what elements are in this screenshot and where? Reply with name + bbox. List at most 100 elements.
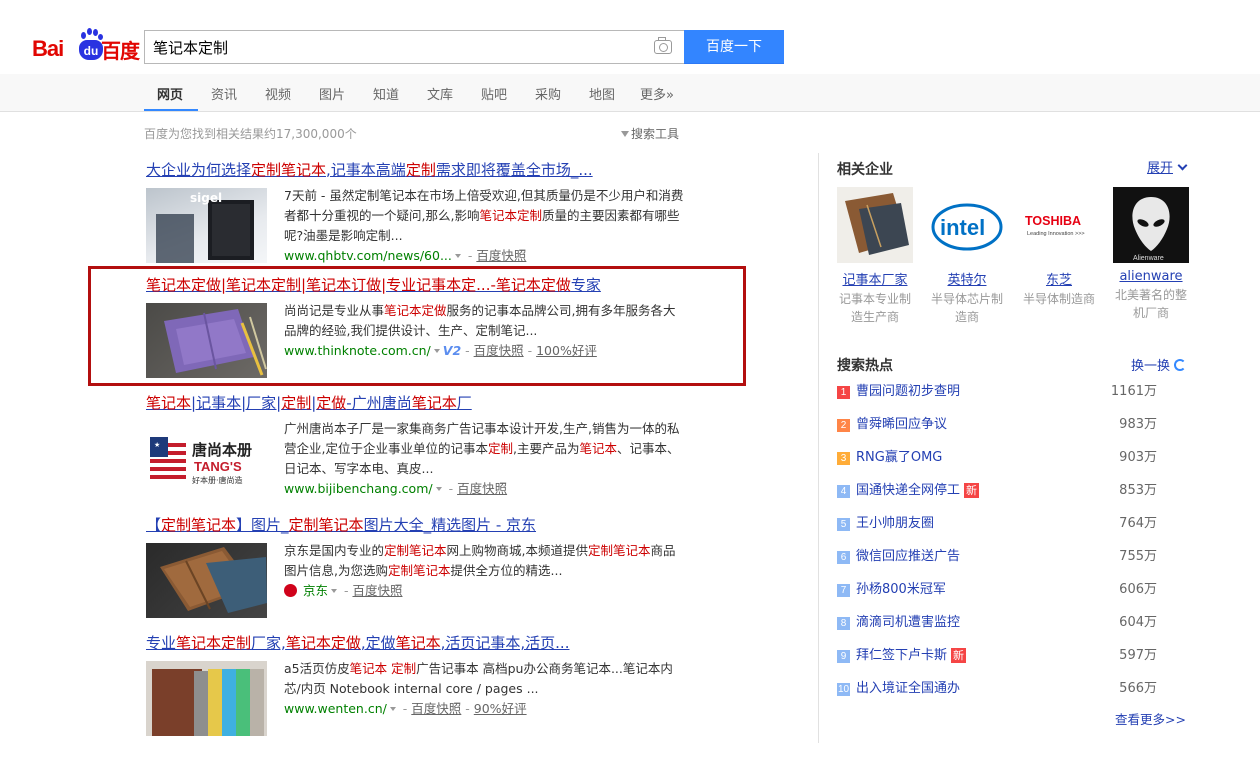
result-url[interactable]: 京东 - 百度快照 — [284, 581, 684, 601]
toshiba-slogan: Leading Innovation >>> — [1027, 231, 1085, 237]
tab-zhidao[interactable]: 知道 — [373, 84, 399, 103]
expand-link[interactable]: 展开 — [1147, 157, 1188, 176]
nav-tabs: 网页 资讯 视频 图片 知道 文库 贴吧 采购 地图 更多» — [0, 74, 1260, 112]
enterprise-card[interactable]: TOSHIBA Leading Innovation >>> 东芝 半导体制造商 — [1021, 187, 1097, 308]
result-url[interactable]: www.bijibenchang.com/ - 百度快照 — [284, 479, 684, 499]
hot-search-label[interactable]: 国通快递全网停工 — [856, 483, 960, 498]
search-input[interactable] — [153, 31, 643, 63]
paw-icon: du — [79, 28, 103, 60]
enterprise-card[interactable]: Alienware alienware 北美著名的整机厂商 — [1113, 187, 1189, 322]
tab-images[interactable]: 图片 — [319, 84, 345, 103]
chevron-down-icon — [1177, 160, 1188, 171]
see-more-link[interactable]: 查看更多>> — [1115, 709, 1186, 728]
dropdown-arrow-icon[interactable] — [435, 487, 442, 491]
hot-search-label[interactable]: 曾舜晞回应争议 — [856, 417, 947, 432]
search-tools[interactable]: 搜索工具 — [621, 125, 679, 142]
dropdown-arrow-icon[interactable] — [389, 707, 396, 711]
hot-search-item[interactable]: 7 孙杨800米冠军 606万 — [837, 578, 1187, 598]
search-result: 大企业为何选择定制笔记本,记事本高端定制需求即将覆盖全市场_... sigel … — [146, 160, 706, 270]
hot-search-label[interactable]: 曹园问题初步查明 — [856, 384, 960, 399]
hot-search-item[interactable]: 3 RNG赢了OMG 903万 — [837, 446, 1187, 466]
hot-search-item[interactable]: 10 出入境证全国通办 566万 — [837, 677, 1187, 697]
hot-search-item[interactable]: 6 微信回应推送广告 755万 — [837, 545, 1187, 565]
result-title[interactable]: 【定制笔记本】图片_定制笔记本图片大全_精选图片 - 京东 — [146, 515, 706, 535]
hot-search-label[interactable]: 拜仁签下卢卡斯 — [856, 648, 947, 663]
tab-more[interactable]: 更多» — [640, 84, 674, 103]
enterprise-name[interactable]: alienware — [1113, 269, 1189, 284]
result-url[interactable]: www.qhbtv.com/news/60... - 百度快照 — [284, 246, 684, 266]
rating-link[interactable]: 90%好评 — [474, 701, 527, 716]
tab-tieba[interactable]: 贴吧 — [481, 84, 507, 103]
enterprise-name[interactable]: 东芝 — [1021, 269, 1097, 288]
intel-logo-text: intel — [940, 215, 985, 240]
hot-search-item[interactable]: 9 拜仁签下卢卡斯新 597万 — [837, 644, 1187, 664]
enterprise-card[interactable]: 记事本厂家 记事本专业制造生产商 — [837, 187, 913, 326]
tab-wenku[interactable]: 文库 — [427, 84, 453, 103]
enterprise-desc: 半导体芯片制造商 — [930, 292, 1003, 324]
result-snippet: a5活页仿皮笔记本 定制广告记事本 高档pu办公商务笔记本...笔记本内芯/内页… — [284, 659, 684, 719]
refresh-link[interactable]: 换一换 — [1131, 355, 1186, 374]
hot-search-count: 606万 — [1119, 582, 1157, 597]
rank-badge: 8 — [837, 617, 850, 630]
rank-badge: 3 — [837, 452, 850, 465]
header: Bai du 百度 百度一下 — [0, 0, 1260, 74]
hot-search-label[interactable]: 孙杨800米冠军 — [856, 582, 946, 597]
tab-map[interactable]: 地图 — [589, 84, 615, 103]
search-button[interactable]: 百度一下 — [684, 30, 784, 64]
result-thumbnail[interactable] — [146, 543, 267, 618]
hot-search-label[interactable]: 滴滴司机遭害监控 — [856, 615, 960, 630]
result-snippet: 7天前 - 虽然定制笔记本在市场上倍受欢迎,但其质量仍是不少用户和消费者都十分重… — [284, 186, 684, 266]
cache-link[interactable]: 百度快照 — [476, 248, 526, 263]
result-thumbnail[interactable]: ★ 唐尚本册 TANG'S 好本册·唐尚造 — [146, 421, 267, 496]
result-snippet: 广州唐尚本子厂是一家集商务广告记事本设计开发,生产,销售为一体的私营企业,定位于… — [284, 419, 684, 499]
thumb-brand-text: sigel — [190, 191, 222, 205]
enterprise-desc: 半导体制造商 — [1022, 292, 1095, 306]
hot-search-item[interactable]: 2 曾舜晞回应争议 983万 — [837, 413, 1187, 433]
enterprise-image[interactable]: TOSHIBA Leading Innovation >>> — [1021, 187, 1097, 263]
camera-icon[interactable] — [654, 37, 672, 54]
dropdown-arrow-icon[interactable] — [454, 254, 461, 258]
hot-search-label[interactable]: 王小帅朋友圈 — [856, 516, 934, 531]
jd-dog-icon — [284, 584, 297, 597]
result-thumbnail[interactable]: sigel — [146, 188, 267, 263]
new-badge: 新 — [964, 483, 980, 498]
cache-link[interactable]: 百度快照 — [411, 701, 461, 716]
hot-search-count: 903万 — [1119, 450, 1157, 465]
result-thumbnail[interactable] — [146, 661, 267, 736]
hot-search-item[interactable]: 5 王小帅朋友圈 764万 — [837, 512, 1187, 532]
enterprise-name[interactable]: 英特尔 — [929, 269, 1005, 288]
hot-search-count: 983万 — [1119, 417, 1157, 432]
hot-search-item[interactable]: 1 曹园问题初步查明 1161万 — [837, 380, 1187, 400]
active-tab-indicator — [144, 109, 198, 111]
annotation-highlight-box — [88, 266, 746, 386]
result-title[interactable]: 大企业为何选择定制笔记本,记事本高端定制需求即将覆盖全市场_... — [146, 160, 706, 180]
baidu-logo[interactable]: Bai du 百度 — [32, 26, 142, 66]
dropdown-arrow-icon[interactable] — [331, 589, 338, 593]
tab-web[interactable]: 网页 — [157, 84, 183, 103]
enterprise-card[interactable]: intel 英特尔 半导体芯片制造商 — [929, 187, 1005, 326]
alienware-logo-text: Alienware — [1133, 255, 1164, 262]
enterprise-image[interactable]: Alienware — [1113, 187, 1189, 263]
hot-search-count: 597万 — [1119, 648, 1157, 663]
enterprise-image[interactable]: intel — [929, 187, 1005, 263]
tab-news[interactable]: 资讯 — [211, 84, 237, 103]
enterprise-image[interactable] — [837, 187, 913, 263]
hot-search-label[interactable]: RNG赢了OMG — [856, 450, 942, 465]
result-url[interactable]: www.wenten.cn/ - 百度快照 - 90%好评 — [284, 699, 684, 719]
enterprise-desc: 记事本专业制造生产商 — [838, 292, 911, 324]
enterprise-name[interactable]: 记事本厂家 — [837, 269, 913, 288]
tab-video[interactable]: 视频 — [265, 84, 291, 103]
rank-badge: 6 — [837, 551, 850, 564]
hot-search-item[interactable]: 8 滴滴司机遭害监控 604万 — [837, 611, 1187, 631]
result-title[interactable]: 笔记本|记事本|厂家|定制|定做-广州唐尚笔记本厂 — [146, 393, 706, 413]
tab-caigou[interactable]: 采购 — [535, 84, 561, 103]
hot-search-item[interactable]: 4 国通快递全网停工新 853万 — [837, 479, 1187, 499]
hot-search-label[interactable]: 微信回应推送广告 — [856, 549, 960, 564]
cache-link[interactable]: 百度快照 — [457, 481, 507, 496]
rank-badge: 10 — [837, 683, 850, 696]
cache-link[interactable]: 百度快照 — [352, 583, 402, 598]
search-result: 【定制笔记本】图片_定制笔记本图片大全_精选图片 - 京东 京东是国内专业的定制… — [146, 515, 706, 625]
logo-paw-text: du — [79, 40, 103, 60]
result-title[interactable]: 专业笔记本定制厂家,笔记本定做,定做笔记本,活页记事本,活页... — [146, 633, 706, 653]
hot-search-label[interactable]: 出入境证全国通办 — [856, 681, 960, 696]
